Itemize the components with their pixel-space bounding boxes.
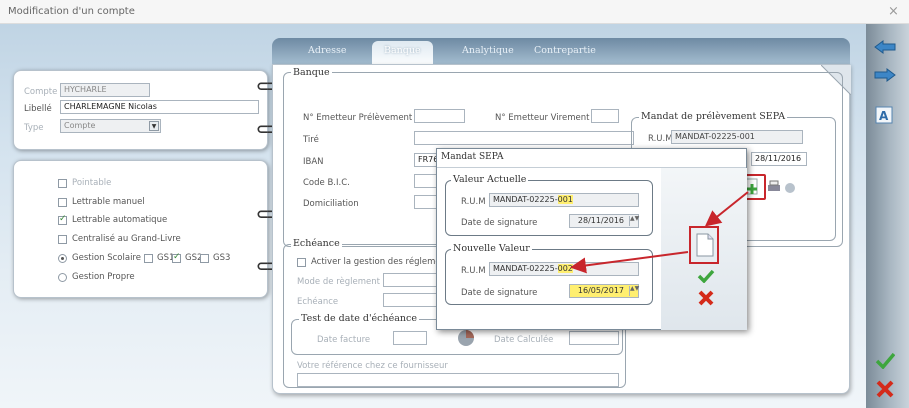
annotation-arrows <box>570 191 749 274</box>
arrow-to-copy <box>704 191 749 227</box>
arrow-to-new-rum <box>570 251 689 274</box>
